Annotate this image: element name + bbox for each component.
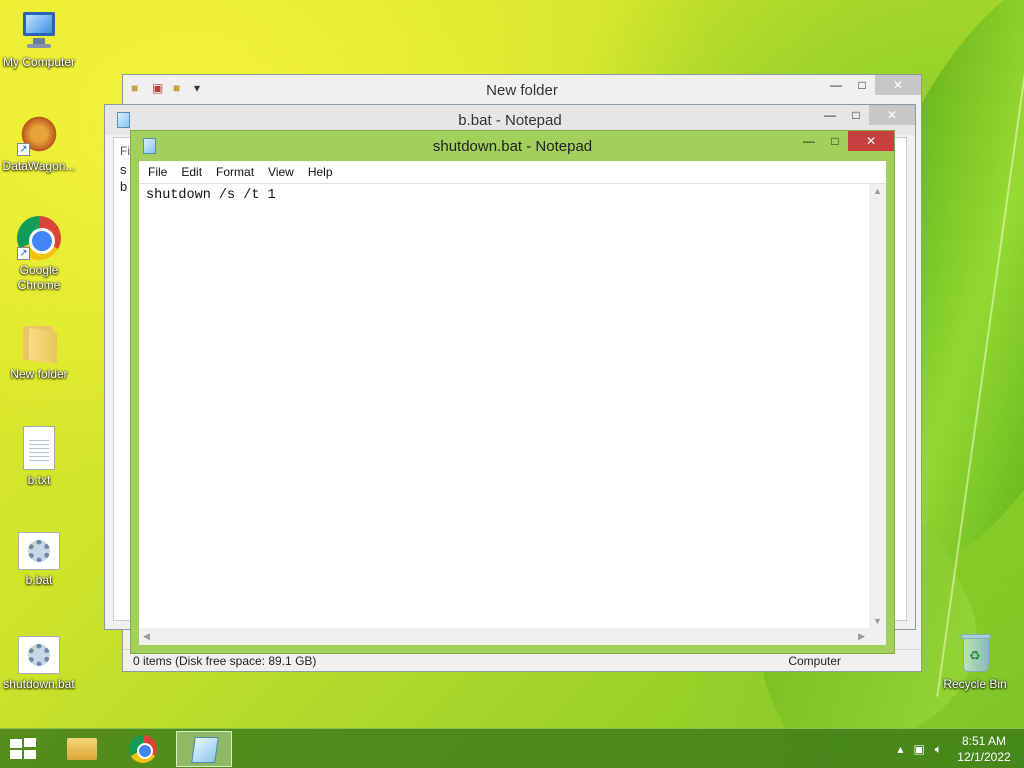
desktop-icon-label: Recycle Bin — [943, 677, 1007, 691]
datawagon-icon: ↗ — [17, 112, 61, 156]
system-tray: ▴ ▣ 🔈︎ 8:51 AM 12/1/2022 — [897, 729, 1016, 768]
chrome-icon: ↗ — [17, 216, 61, 260]
notepad-shutdown-bat-titlebar[interactable]: shutdown.bat - Notepad — □ ✕ — [131, 131, 894, 161]
maximize-button[interactable]: □ — [849, 75, 875, 95]
notepad-icon — [191, 737, 219, 763]
network-icon[interactable]: ▣ — [913, 742, 924, 756]
desktop-icon-label: DataWagon... — [2, 159, 76, 173]
menu-bar: File Edit Format View Help — [139, 161, 886, 183]
batch-file-icon — [18, 532, 60, 570]
text-file-icon — [23, 426, 55, 470]
window-title: New folder — [486, 82, 558, 99]
desktop-icon-google-chrome[interactable]: ↗ Google Chrome — [0, 216, 78, 293]
wallpaper-leaf-vein — [936, 3, 1024, 697]
desktop-icon-b-bat[interactable]: b.bat — [0, 532, 78, 588]
minimize-button[interactable]: — — [796, 131, 822, 151]
desktop-icon-new-folder[interactable]: New folder — [0, 320, 78, 382]
desktop-icon-label: b.txt — [27, 473, 51, 487]
menu-file-partial[interactable]: Fi — [120, 144, 130, 158]
minimize-button[interactable]: — — [823, 75, 849, 95]
text-line: b — [120, 179, 128, 194]
desktop-icon-label: shutdown.bat — [3, 677, 75, 691]
close-button[interactable]: ✕ — [869, 105, 915, 125]
scroll-up-arrow-icon[interactable]: ▲ — [873, 186, 882, 196]
batch-file-icon — [18, 636, 60, 674]
menu-file[interactable]: File — [141, 165, 174, 179]
menu-help[interactable]: Help — [301, 165, 340, 179]
clock-date: 12/1/2022 — [957, 750, 1011, 764]
file-explorer-icon — [67, 738, 97, 760]
taskbar-notepad[interactable] — [176, 731, 232, 767]
menu-format[interactable]: Format — [209, 165, 261, 179]
scroll-right-arrow-icon[interactable]: ▶ — [858, 631, 865, 642]
maximize-button[interactable]: □ — [843, 105, 869, 125]
desktop-icon-my-computer[interactable]: My Computer — [0, 8, 78, 70]
desktop-icon-label: My Computer — [2, 55, 76, 69]
shortcut-arrow-icon: ↗ — [17, 247, 30, 260]
desktop-icon-label: b.bat — [25, 573, 53, 587]
taskbar: ▴ ▣ 🔈︎ 8:51 AM 12/1/2022 — [0, 728, 1024, 768]
notepad-shutdown-bat-window[interactable]: shutdown.bat - Notepad — □ ✕ File Edit F… — [130, 130, 895, 654]
desktop-icon-label: Google Chrome — [17, 263, 61, 292]
text-editor[interactable]: shutdown /s /t 1 ▲ ▼ ◀ ▶ — [139, 183, 886, 645]
status-item-count: 0 items (Disk free space: 89.1 GB) — [133, 654, 317, 668]
clock[interactable]: 8:51 AM 12/1/2022 — [952, 733, 1016, 765]
scroll-left-arrow-icon[interactable]: ◀ — [143, 631, 150, 642]
desktop-icon-shutdown-bat[interactable]: shutdown.bat — [0, 636, 78, 692]
desktop-icon-recycle-bin[interactable]: ♻ Recycle Bin — [936, 632, 1014, 692]
close-button[interactable]: ✕ — [875, 75, 921, 95]
editor-content[interactable]: shutdown /s /t 1 — [146, 188, 276, 203]
clock-time: 8:51 AM — [961, 734, 1007, 748]
minimize-button[interactable]: — — [817, 105, 843, 125]
volume-icon[interactable]: 🔈︎ — [935, 742, 942, 757]
chrome-icon — [129, 735, 157, 763]
close-button[interactable]: ✕ — [848, 131, 894, 151]
recycle-bin-icon: ♻ — [959, 632, 991, 674]
vertical-scrollbar[interactable]: ▲ ▼ — [869, 184, 886, 628]
desktop-icon-b-txt[interactable]: b.txt — [0, 426, 78, 488]
text-line: s — [120, 162, 127, 177]
computer-icon — [17, 8, 61, 52]
taskbar-file-explorer[interactable] — [54, 731, 110, 767]
horizontal-scrollbar[interactable]: ◀ ▶ — [139, 628, 869, 645]
desktop-icon-datawagon[interactable]: ↗ DataWagon... — [0, 112, 78, 174]
folder-icon — [17, 320, 61, 364]
desktop-icon-label: New folder — [10, 367, 68, 381]
status-location: Computer — [788, 654, 841, 668]
maximize-button[interactable]: □ — [822, 131, 848, 151]
menu-view[interactable]: View — [261, 165, 301, 179]
scroll-down-arrow-icon[interactable]: ▼ — [873, 616, 882, 626]
show-hidden-icons-icon[interactable]: ▴ — [897, 742, 903, 756]
explorer-titlebar[interactable]: ■ ▣ ■ ▾ New folder — □ ✕ — [123, 75, 921, 105]
menu-edit[interactable]: Edit — [174, 165, 209, 179]
window-title: shutdown.bat - Notepad — [432, 138, 593, 155]
size-grip[interactable] — [869, 628, 886, 645]
taskbar-google-chrome[interactable] — [116, 731, 172, 767]
window-title: b.bat - Notepad — [458, 112, 562, 129]
shortcut-arrow-icon: ↗ — [17, 143, 30, 156]
start-button[interactable] — [8, 738, 38, 760]
